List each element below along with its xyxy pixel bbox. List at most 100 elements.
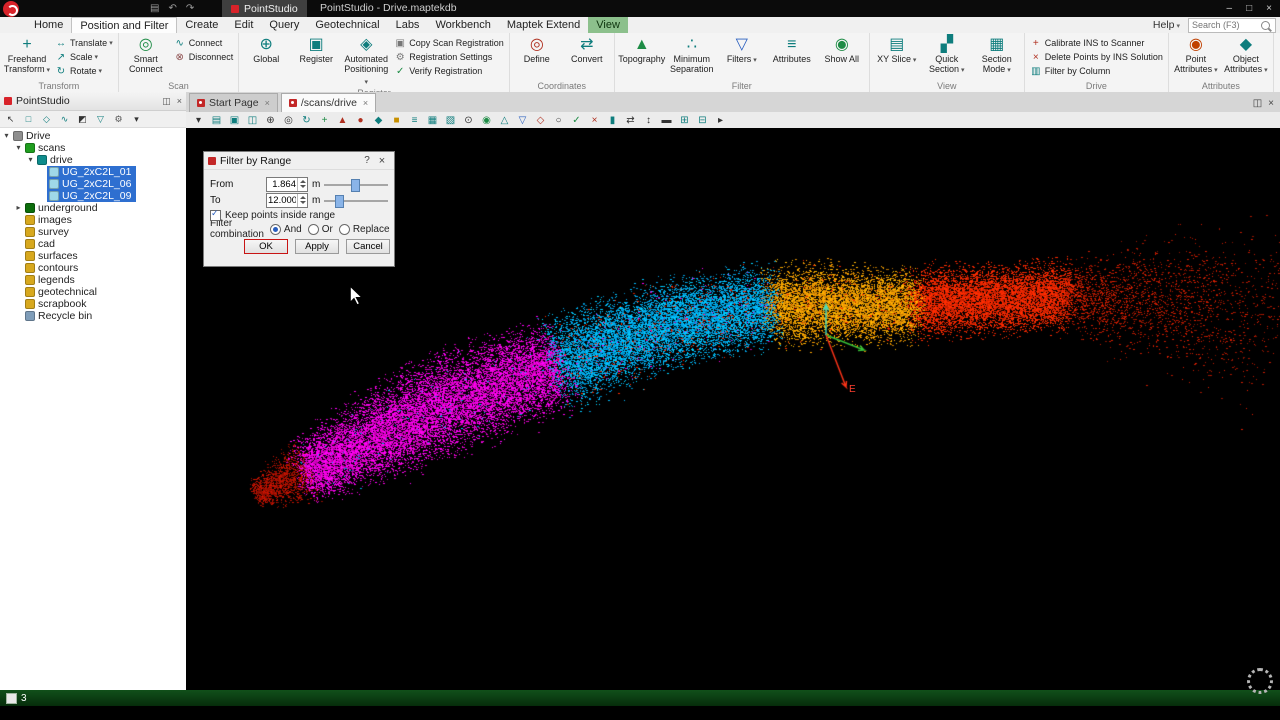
close-panel-button[interactable]: × [1268,98,1274,109]
up-axis-button[interactable]: △ [496,113,513,127]
redo-icon[interactable]: ↷ [186,3,194,14]
tree-item[interactable]: geotechnical [0,286,186,298]
swap-button[interactable]: ⇄ [622,113,639,127]
dialog-titlebar[interactable]: Filter by Range ? × [204,152,394,170]
expand-icon[interactable]: ▾ [14,142,23,154]
filter-combination-radio[interactable]: Or [307,223,333,235]
close-panel-icon[interactable]: × [177,96,182,107]
zoom-extents-button[interactable]: ⊕ [262,113,279,127]
ribbon-big-button[interactable]: ◎ Define [512,33,562,64]
tree-item[interactable]: cad [0,238,186,250]
annotate-button[interactable]: ◇ [532,113,549,127]
ribbon-big-button[interactable]: ▣ Register [291,33,341,88]
app-tab-pointstudio[interactable]: PointStudio [222,0,307,17]
from-spinner-buttons[interactable] [297,177,307,191]
ribbon-big-button[interactable]: ≡ Attributes [767,33,817,74]
tree-item[interactable]: ▾ Drive [0,130,186,142]
remove-window-button[interactable]: ⊟ [694,113,711,127]
ribbon-big-button[interactable]: ◆ Object Attributes [1221,33,1271,76]
from-slider[interactable] [324,178,388,192]
menu-tab[interactable]: Labs [388,17,428,33]
add-view-button[interactable]: + [316,113,333,127]
tree-item[interactable]: ▾ drive [0,154,186,166]
ribbon-big-button[interactable]: ∴ Minimum Separation [667,33,717,74]
lighting-button[interactable]: ■ [388,113,405,127]
accept-button[interactable]: ✓ [568,113,585,127]
ribbon-big-button[interactable]: ⊕ Global [241,33,291,88]
exaggeration-button[interactable]: ↕ [640,113,657,127]
arrow-up-icon[interactable] [299,196,306,199]
menu-tab[interactable]: Position and Filter [71,17,178,33]
record-button[interactable]: ● [352,113,369,127]
to-spinner-buttons[interactable] [297,193,307,207]
tree-item[interactable]: UG_2xC2L_06 [0,178,186,190]
menu-tab[interactable]: Create [177,17,226,33]
apply-button[interactable]: Apply [295,239,339,254]
tree-item[interactable]: ▸ underground [0,202,186,214]
tree-item[interactable]: scrapbook [0,298,186,310]
ribbon-small-button[interactable]: ⊗ Disconnect [171,50,237,64]
document-tab[interactable]: Start Page [189,93,278,112]
dialog-close-button[interactable]: × [374,155,390,167]
to-value-input[interactable] [267,194,297,206]
tree-more-button[interactable]: ▾ [128,113,145,126]
ribbon-big-button[interactable]: ◉ Point Attributes [1171,33,1221,76]
ribbon-big-button[interactable]: ▤ XY Slice [872,33,922,76]
ribbon-big-button[interactable]: ◉ Show All [817,33,867,74]
copy-image-button[interactable]: ▣ [226,113,243,127]
expand-icon[interactable]: ▾ [26,154,35,166]
ribbon-big-button[interactable]: ▽ Filters [717,33,767,74]
tree-item[interactable]: ▾ scans [0,142,186,154]
ribbon-small-button[interactable]: × Delete Points by INS Solution [1027,50,1166,64]
ribbon-small-button[interactable]: ∿ Connect [171,36,237,50]
grid-button[interactable]: ▦ [424,113,441,127]
magnify-button[interactable]: ◎ [280,113,297,127]
ribbon-small-button[interactable]: ↗ Scale [52,50,116,64]
lasso-select-button[interactable]: ∿ [56,113,73,126]
from-value-input[interactable] [267,178,297,190]
slice-button[interactable]: ▮ [604,113,621,127]
tree-item[interactable]: UG_2xC2L_01 [0,166,186,178]
tree-item[interactable]: images [0,214,186,226]
tree-settings-button[interactable]: ⚙ [110,113,127,126]
menu-tab[interactable]: Geotechnical [307,17,387,33]
ribbon-big-button[interactable]: ◎ Smart Connect [121,33,171,74]
ok-button[interactable]: OK [244,239,288,254]
tree-item[interactable]: contours [0,262,186,274]
to-slider-handle[interactable] [334,194,344,208]
terrain-button[interactable]: ▲ [334,113,351,127]
refresh-button[interactable]: ↻ [298,113,315,127]
menu-tab[interactable]: Maptek Extend [499,17,588,33]
ribbon-small-button[interactable]: ↔ Translate [52,36,116,50]
invert-select-button[interactable]: ◩ [74,113,91,126]
save-view-button[interactable]: ▤ [208,113,225,127]
filter-combination-radio[interactable]: And [269,223,302,235]
dialog-help-button[interactable]: ? [360,155,374,166]
circle-select-button[interactable]: ○ [550,113,567,127]
remove-button[interactable]: × [586,113,603,127]
ribbon-big-button[interactable]: ▲ Topography [617,33,667,74]
menu-tab[interactable]: Query [261,17,307,33]
to-slider[interactable] [324,194,388,208]
workspace-icon[interactable]: ▤ [150,3,159,14]
ribbon-big-button[interactable]: ▞ Quick Section [922,33,972,76]
expand-icon[interactable]: ▾ [2,130,11,142]
help-menu[interactable]: Help [1153,19,1180,31]
arrow-down-icon[interactable] [299,201,306,204]
ribbon-small-button[interactable]: ▣ Copy Scan Registration [391,36,507,50]
from-slider-handle[interactable] [351,178,361,192]
close-tab-icon[interactable] [265,98,270,108]
tree-item[interactable]: legends [0,274,186,286]
maximize-button[interactable]: □ [1246,3,1252,14]
tree-item[interactable]: Recycle bin [0,310,186,322]
document-tab[interactable]: /scans/drive [280,93,377,112]
solid-button[interactable]: ◆ [370,113,387,127]
arrow-up-icon[interactable] [299,180,306,183]
target-button[interactable]: ⊙ [460,113,477,127]
box-select-button[interactable]: □ [20,113,37,126]
plane-button[interactable]: ▬ [658,113,675,127]
undo-icon[interactable]: ↶ [168,3,176,14]
legend-button[interactable]: ≡ [406,113,423,127]
export-image-button[interactable]: ◫ [244,113,261,127]
filter-tree-button[interactable]: ▽ [92,113,109,126]
